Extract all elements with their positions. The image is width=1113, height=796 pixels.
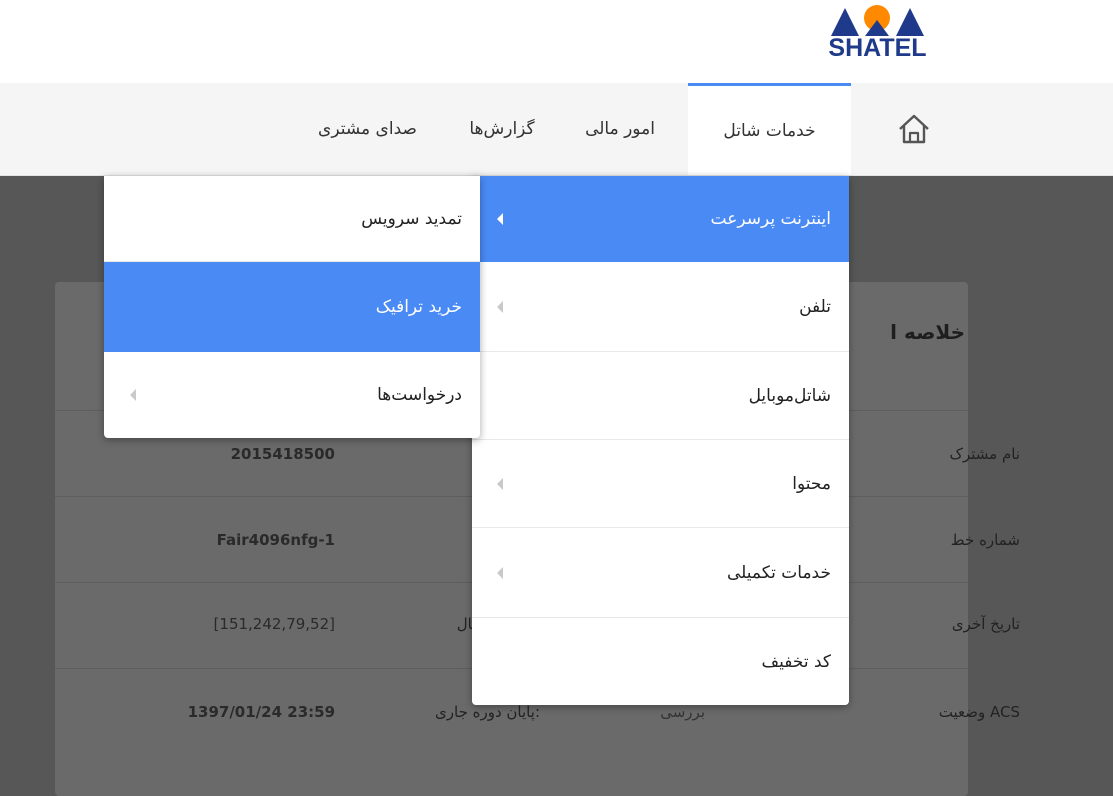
row-value: 1397/01/24 23:59 <box>187 703 335 721</box>
menu-item-label: درخواست‌ها <box>377 385 462 405</box>
menu-item-label: خرید ترافیک <box>375 296 462 317</box>
summary-card-title: خلاصه ا <box>890 320 965 344</box>
submenu-arrow-icon <box>497 566 503 579</box>
menu-item-label: تلفن <box>799 296 831 317</box>
row-label: پایان دوره جاری: <box>435 703 540 721</box>
submenu-arrow-icon <box>130 389 136 401</box>
nav-tab-reports[interactable]: گزارش‌ها <box>452 83 552 175</box>
nav-tab-label: گزارش‌ها <box>469 119 535 139</box>
row-right-label: تاریخ آخری <box>951 615 1020 633</box>
nav-tab-shatel-services[interactable]: خدمات شاتل <box>688 83 851 175</box>
row-right-label: نام مشترک <box>949 445 1020 463</box>
nav-tab-label: امور مالی <box>585 119 655 139</box>
menu-item-phone[interactable]: تلفن <box>472 262 849 352</box>
services-dropdown-menu: اینترنت پرسرعت تلفن شاتل‌موبایل محتوا خد… <box>472 176 849 705</box>
nav-tab-customer-voice[interactable]: صدای مشتری <box>285 83 450 175</box>
main-navbar: خدمات شاتل امور مالی گزارش‌ها صدای مشتری <box>0 83 1113 176</box>
nav-tab-financial[interactable]: امور مالی <box>555 83 685 175</box>
menu-item-label: محتوا <box>792 473 831 494</box>
row-value: [151,242,79,52] <box>213 615 335 633</box>
logo-mark-icon <box>831 5 924 36</box>
menu-item-shatel-mobile[interactable]: شاتل‌موبایل <box>472 352 849 440</box>
menu-item-label: اینترنت پرسرعت <box>710 208 832 229</box>
shatel-logo[interactable]: SHATEL <box>815 0 940 70</box>
submenu-arrow-icon <box>497 300 503 313</box>
menu-item-label: خدمات تکمیلی <box>726 562 831 583</box>
row-right-label: وضعیت ACS <box>938 703 1020 721</box>
row-value: 2015418500 <box>230 445 335 463</box>
submenu-arrow-icon <box>497 212 503 225</box>
menu-item-buy-traffic[interactable]: خرید ترافیک <box>104 262 480 352</box>
menu-item-label: شاتل‌موبایل <box>748 385 831 406</box>
home-icon[interactable] <box>892 107 936 151</box>
submenu-arrow-icon <box>497 477 503 490</box>
logo-wordmark: SHATEL <box>828 34 927 62</box>
nav-tab-label: خدمات شاتل <box>723 120 816 141</box>
row-mid-value: بررسی <box>660 703 705 721</box>
menu-item-label: تمدید سرویس <box>361 208 462 229</box>
menu-item-discount-code[interactable]: کد تخفیف <box>472 618 849 705</box>
header: SHATEL <box>0 0 1113 84</box>
nav-tab-label: صدای مشتری <box>318 119 417 139</box>
row-right-label: شماره خط <box>950 531 1020 549</box>
menu-item-label: کد تخفیف <box>761 651 831 672</box>
menu-item-supplementary-services[interactable]: خدمات تکمیلی <box>472 528 849 618</box>
menu-item-high-speed-internet[interactable]: اینترنت پرسرعت <box>472 176 849 262</box>
internet-submenu: تمدید سرویس خرید ترافیک درخواست‌ها <box>104 176 480 438</box>
row-value: Fair4096nfg-1 <box>216 531 335 549</box>
menu-item-content[interactable]: محتوا <box>472 440 849 528</box>
menu-item-requests[interactable]: درخواست‌ها <box>104 352 480 438</box>
menu-item-renew-service[interactable]: تمدید سرویس <box>104 176 480 262</box>
